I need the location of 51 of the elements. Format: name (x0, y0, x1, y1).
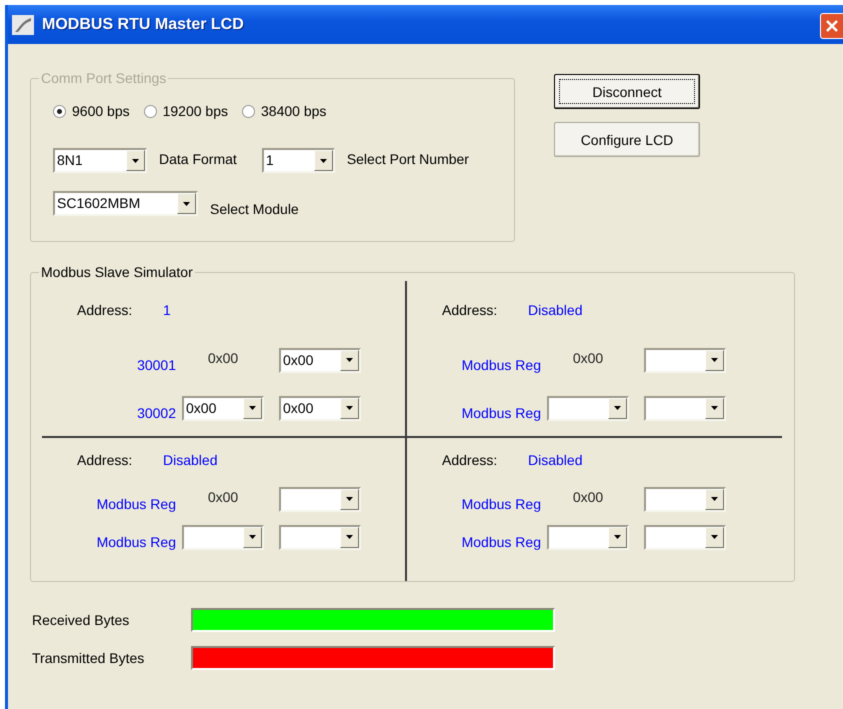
address-label: Address: (77, 302, 134, 318)
register-label: Modbus Reg (462, 534, 541, 550)
radio-option[interactable]: 38400 bps (242, 103, 326, 119)
register-label: Modbus Reg (96, 496, 176, 512)
group-title: Modbus Slave Simulator (40, 264, 194, 280)
dropdown[interactable]: 0x00 (279, 396, 361, 420)
dropdown[interactable] (279, 524, 361, 550)
radio-option[interactable]: 19200 bps (144, 103, 228, 119)
dropdown[interactable] (547, 396, 629, 420)
action-button[interactable]: Configure LCD (554, 122, 700, 157)
register-label: 30002 (137, 405, 176, 421)
register-reading: 0x00 (572, 350, 604, 366)
register-label: Modbus Reg (96, 534, 176, 550)
dropdown[interactable] (644, 348, 726, 372)
dropdown[interactable]: 0x00 (279, 348, 361, 372)
register-label: Modbus Reg (462, 357, 541, 373)
field-label: Select Module (210, 200, 299, 216)
radio-option[interactable]: 9600 bps (53, 103, 130, 119)
field-label: Select Port Number (346, 150, 469, 166)
window-title: MODBUS RTU Master LCD (42, 16, 244, 34)
address-value: Disabled (528, 302, 582, 318)
register-label: Modbus Reg (462, 496, 541, 512)
app-logo-icon (12, 14, 34, 34)
address-value: 1 (163, 302, 171, 318)
field-label: Data Format (159, 150, 237, 166)
register-label: 30001 (137, 357, 176, 373)
indicator-label: Transmitted Bytes (32, 650, 146, 666)
dropdown[interactable]: SC1602MBM (53, 191, 198, 216)
register-reading: 0x00 (572, 489, 604, 505)
dropdown[interactable] (182, 524, 264, 550)
address-label: Address: (442, 302, 498, 318)
dropdown[interactable] (644, 396, 726, 420)
dropdown[interactable] (644, 524, 726, 550)
close-button[interactable] (820, 12, 843, 38)
register-reading: 0x00 (208, 489, 238, 505)
group-title: Comm Port Settings (40, 70, 168, 86)
address-label: Address: (442, 452, 498, 468)
close-icon (826, 20, 838, 32)
dropdown[interactable]: 8N1 (53, 148, 147, 173)
dropdown[interactable]: 1 (262, 148, 335, 173)
register-reading: 0x00 (208, 350, 238, 366)
dropdown[interactable] (644, 486, 726, 512)
dropdown[interactable] (547, 524, 629, 550)
dropdown[interactable] (279, 486, 361, 512)
address-label: Address: (77, 452, 134, 468)
address-value: Disabled (528, 452, 582, 468)
indicator-label: Received Bytes (32, 612, 130, 628)
action-button[interactable]: Disconnect (554, 74, 700, 109)
address-value: Disabled (163, 452, 218, 468)
register-label: Modbus Reg (462, 405, 541, 421)
dropdown[interactable]: 0x00 (182, 396, 264, 420)
